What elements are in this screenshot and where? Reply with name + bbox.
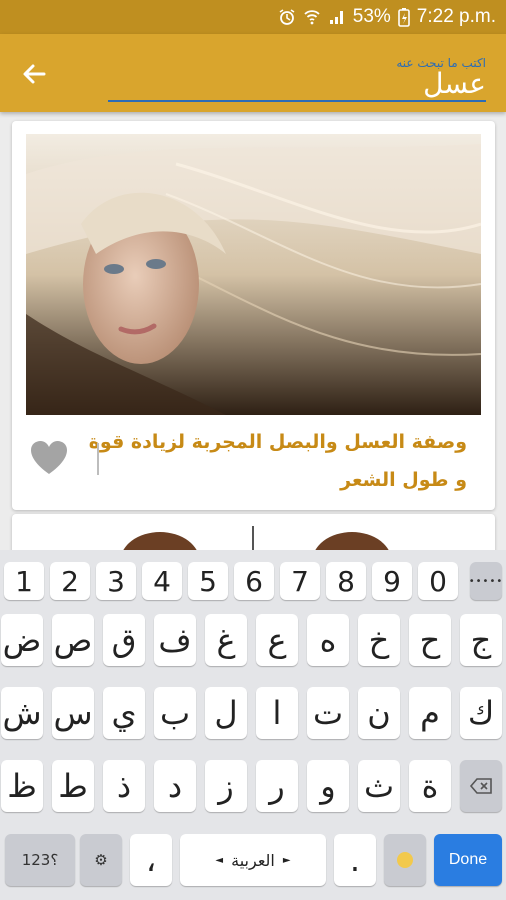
wifi-icon xyxy=(303,8,321,26)
letter-key[interactable]: ط xyxy=(52,760,94,812)
recipe-image xyxy=(26,134,481,415)
space-label: العربية xyxy=(231,850,275,870)
letter-key[interactable]: ع xyxy=(256,614,298,666)
settings-icon: ⚙ xyxy=(94,851,108,869)
letter-key[interactable]: ه xyxy=(307,614,349,666)
clock: 7:22 p.m. xyxy=(416,6,496,27)
arrow-back-icon xyxy=(23,64,46,84)
search-input[interactable]: عسل xyxy=(423,68,486,100)
letter-key[interactable]: ن xyxy=(358,687,400,739)
number-key[interactable]: 6 xyxy=(234,562,274,600)
letter-key[interactable]: ص xyxy=(52,614,94,666)
comma-key[interactable]: ، xyxy=(130,834,172,886)
letter-key[interactable]: ر xyxy=(256,760,298,812)
recipe-card[interactable]: وصفة العسل والبصل المجربة لزيادة قوة و ط… xyxy=(12,121,495,510)
favorite-button[interactable] xyxy=(29,439,69,477)
letter-key[interactable]: ض xyxy=(1,614,43,666)
recipe-image xyxy=(312,532,392,550)
language-next-icon: ► xyxy=(282,854,291,866)
signal-icon xyxy=(328,8,346,26)
alarm-icon xyxy=(278,8,296,26)
battery-icon xyxy=(397,7,410,27)
letter-key[interactable]: د xyxy=(154,760,196,812)
heart-icon xyxy=(31,441,67,474)
letter-key[interactable]: ي xyxy=(103,687,145,739)
number-key[interactable]: 7 xyxy=(280,562,320,600)
number-key[interactable]: 5 xyxy=(188,562,228,600)
dots-icon: ••••• xyxy=(468,575,504,587)
done-key[interactable]: Done xyxy=(434,834,502,886)
letter-key[interactable]: ث xyxy=(358,760,400,812)
letter-key[interactable]: خ xyxy=(358,614,400,666)
letter-key[interactable]: ب xyxy=(154,687,196,739)
number-key[interactable]: 9 xyxy=(372,562,412,600)
backspace-key[interactable] xyxy=(460,760,502,812)
card-divider xyxy=(252,526,254,550)
letter-key[interactable]: ة xyxy=(409,760,451,812)
app-toolbar: اكتب ما تبحث عنه عسل xyxy=(0,34,506,112)
search-underline xyxy=(108,100,486,102)
letter-key[interactable]: ك xyxy=(460,687,502,739)
letter-key[interactable]: م xyxy=(409,687,451,739)
number-key[interactable]: 4 xyxy=(142,562,182,600)
more-keys-key[interactable]: ••••• xyxy=(468,562,504,600)
number-key[interactable]: 2 xyxy=(50,562,90,600)
space-key[interactable]: ◄ العربية ► xyxy=(180,834,326,886)
number-key[interactable]: 0 xyxy=(418,562,458,600)
letter-key[interactable]: ت xyxy=(307,687,349,739)
letter-key[interactable]: ح xyxy=(409,614,451,666)
letter-key[interactable]: ق xyxy=(103,614,145,666)
number-key[interactable]: 3 xyxy=(96,562,136,600)
symbols-key[interactable]: 123؟ xyxy=(5,834,75,886)
settings-key[interactable]: ⚙ xyxy=(80,834,122,886)
back-button[interactable] xyxy=(14,54,54,94)
letter-key[interactable]: ز xyxy=(205,760,247,812)
number-key[interactable]: 1 xyxy=(4,562,44,600)
letter-key[interactable]: ل xyxy=(205,687,247,739)
letter-key[interactable]: س xyxy=(52,687,94,739)
letter-key[interactable]: غ xyxy=(205,614,247,666)
language-prev-icon: ◄ xyxy=(215,854,224,866)
status-bar: 53% 7:22 p.m. xyxy=(0,0,506,34)
letter-key[interactable]: و xyxy=(307,760,349,812)
recipe-image xyxy=(120,532,200,550)
results-list[interactable]: وصفة العسل والبصل المجربة لزيادة قوة و ط… xyxy=(0,112,506,550)
emoji-key[interactable] xyxy=(384,834,426,886)
recipe-title[interactable]: وصفة العسل والبصل المجربة لزيادة قوة و ط… xyxy=(87,423,467,499)
period-key[interactable]: . xyxy=(334,834,376,886)
letter-key[interactable]: ف xyxy=(154,614,196,666)
emoji-icon xyxy=(397,852,413,868)
letter-key[interactable]: ا xyxy=(256,687,298,739)
number-key[interactable]: 8 xyxy=(326,562,366,600)
letter-key[interactable]: ش xyxy=(1,687,43,739)
letter-key[interactable]: ظ xyxy=(1,760,43,812)
card-divider xyxy=(97,443,99,475)
letter-key[interactable]: ج xyxy=(460,614,502,666)
letter-key[interactable]: ذ xyxy=(103,760,145,812)
battery-percent: 53% xyxy=(352,6,391,27)
recipe-card[interactable] xyxy=(12,514,495,550)
backspace-icon xyxy=(469,778,492,794)
soft-keyboard: ••••• 123؟ ⚙ ، ◄ العربية ► . Done 123456… xyxy=(0,550,506,900)
